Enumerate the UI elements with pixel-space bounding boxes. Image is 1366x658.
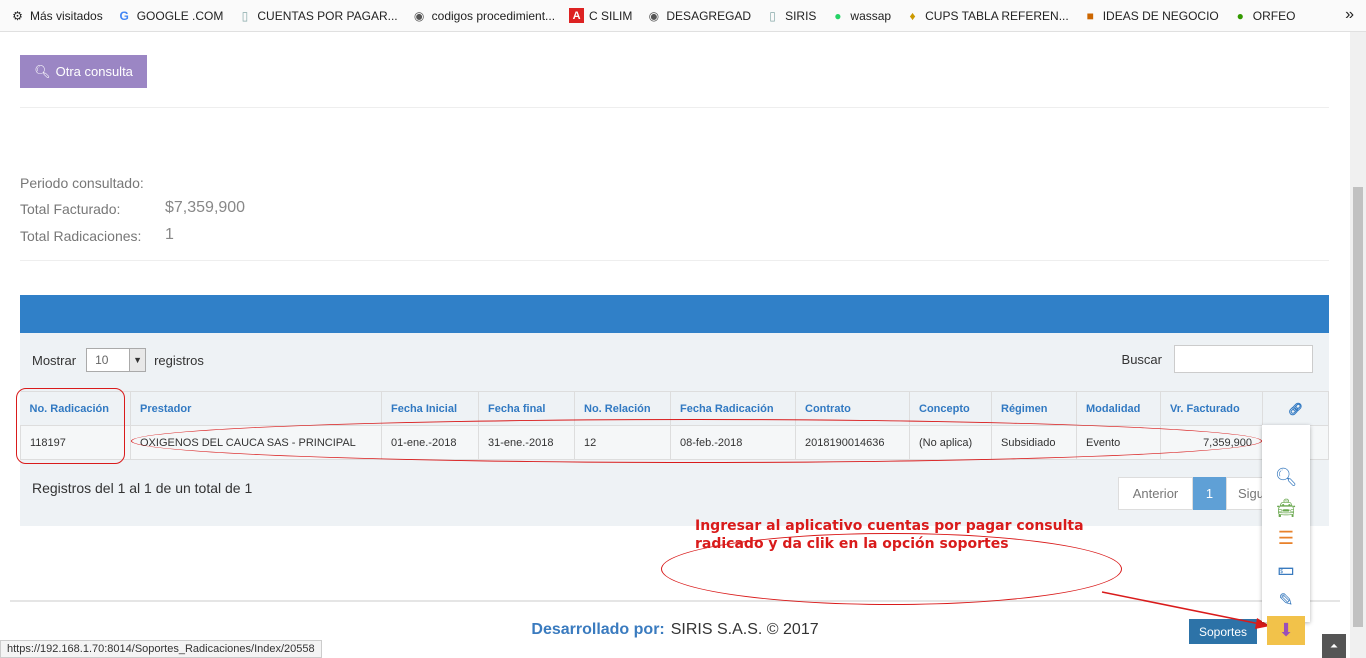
bookmark-mas-visitados[interactable]: ⚙ Más visitados	[10, 8, 103, 23]
col-no-radicacion[interactable]: No. Radicación	[20, 391, 131, 426]
col-prestador[interactable]: Prestador	[130, 391, 382, 426]
cell-regimen: Subsidiado	[991, 425, 1077, 460]
table-header-row: No. Radicación Prestador Fecha Inicial F…	[20, 391, 1329, 426]
cell-modalidad: Evento	[1076, 425, 1161, 460]
total-radicaciones-value: 1	[165, 226, 174, 243]
cell-no-relacion: 12	[574, 425, 671, 460]
divider	[20, 260, 1329, 261]
whatsapp-icon: ●	[834, 8, 842, 23]
pagination-next[interactable]: Sigu	[1226, 477, 1266, 510]
divider	[20, 107, 1329, 108]
col-modalidad[interactable]: Modalidad	[1076, 391, 1161, 426]
double-chevron-up-icon: ⏶	[1330, 640, 1338, 652]
globe-icon: ◉	[413, 8, 425, 23]
download-icon[interactable]: ⬇	[1267, 616, 1305, 645]
radicaciones-table: No. Radicación Prestador Fecha Inicial F…	[20, 391, 1329, 460]
cell-fecha-inicial: 01-ene.-2018	[381, 425, 479, 460]
page-icon: ▯	[241, 8, 249, 23]
bookmark-siris[interactable]: ▯ SIRIS	[765, 8, 816, 23]
red-a-icon: A	[569, 8, 585, 23]
cell-contrato: 2018190014636	[795, 425, 910, 460]
search-input[interactable]	[1174, 345, 1313, 373]
col-regimen[interactable]: Régimen	[991, 391, 1077, 426]
cell-fecha-final: 31-ene.-2018	[478, 425, 575, 460]
google-icon: G	[119, 8, 129, 23]
cell-concepto: (No aplica)	[909, 425, 992, 460]
bookmarks-bar: ⚙ Más visitados G GOOGLE .COM ▯ CUENTAS POR…	[0, 0, 1366, 32]
otra-consulta-button[interactable]: 🔍︎ Otra consulta	[20, 55, 147, 88]
site-icon: ●	[1236, 8, 1244, 23]
col-fecha-inicial[interactable]: Fecha Inicial	[381, 391, 479, 426]
actions-menu: 🔍︎ 🚖︎ ☰ 💵︎ ✎ ⬇	[1262, 425, 1310, 645]
link-icon: 🔗︎	[1262, 391, 1329, 426]
pagination-page-1[interactable]: 1	[1193, 477, 1226, 510]
bookmark-cups[interactable]: ♦ CUPS TABLA REFEREN...	[905, 8, 1069, 23]
records-info: Registros del 1 al 1 de un total de 1	[32, 480, 253, 496]
bookmark-orfeo[interactable]: ● ORFEO	[1233, 8, 1296, 23]
page-scrollbar[interactable]	[1350, 32, 1366, 658]
page-size-select[interactable]: 10 ▼	[86, 348, 147, 372]
annotation-arrow	[1101, 591, 1270, 629]
search-control: Buscar	[1122, 345, 1313, 373]
status-bar-url: https://192.168.1.70:8014/Soportes_Radic…	[0, 640, 322, 658]
page-icon: ▯	[769, 8, 776, 23]
table-row: 118197 OXIGENOS DEL CAUCA SAS - PRINCIPA…	[20, 425, 1329, 460]
bookmark-cuentas-por-pagar[interactable]: ▯ CUENTAS POR PAGAR...	[237, 8, 398, 23]
chevron-down-icon: ▼	[129, 349, 146, 371]
bookmark-google[interactable]: G GOOGLE .COM	[117, 8, 224, 23]
summary-radicaciones: Total Radicaciones: 1	[20, 226, 174, 244]
site-icon: ■	[1086, 8, 1094, 23]
annotation-callout-text: Ingresar al aplicativo cuentas por pagar…	[695, 518, 1084, 552]
summary-periodo: Periodo consultado:	[20, 175, 144, 191]
taxi-icon[interactable]: 🚖︎	[1262, 493, 1310, 523]
edit-icon[interactable]: ✎	[1262, 585, 1310, 615]
bookmark-codigos[interactable]: ◉ codigos procedimient...	[412, 8, 555, 23]
total-facturado-value: $7,359,900	[165, 199, 246, 216]
bookmark-c-silim[interactable]: AC SILIM	[569, 8, 632, 23]
col-vr-facturado[interactable]: Vr. Facturado	[1160, 391, 1263, 426]
col-fecha-radicacion[interactable]: Fecha Radicación	[670, 391, 796, 426]
pagination-prev[interactable]: Anterior	[1118, 477, 1193, 510]
table-panel: Mostrar 10 ▼ registros Buscar No. Radicac…	[20, 333, 1329, 526]
cell-prestador: OXIGENOS DEL CAUCA SAS - PRINCIPAL	[130, 425, 382, 460]
list-icon[interactable]: ☰	[1262, 523, 1310, 553]
globe-icon: ◉	[648, 8, 660, 23]
bookmark-ideas[interactable]: ■ IDEAS DE NEGOCIO	[1083, 8, 1219, 23]
col-fecha-final[interactable]: Fecha final	[478, 391, 575, 426]
flag-icon: ♦	[909, 8, 916, 23]
search-icon: 🔍︎	[34, 63, 51, 79]
back-to-top-button[interactable]: ⏶	[1322, 634, 1346, 658]
gear-icon: ⚙	[12, 8, 23, 23]
col-no-relacion[interactable]: No. Relación	[574, 391, 671, 426]
cell-fecha-radicacion: 08-feb.-2018	[670, 425, 796, 460]
cell-vr-facturado: 7,359,900	[1160, 425, 1263, 460]
summary-facturado: Total Facturado: $7,359,900	[20, 199, 246, 217]
zoom-in-icon[interactable]: 🔍︎	[1262, 462, 1310, 492]
pagination: Anterior 1 Sigu	[1118, 477, 1266, 510]
chevron-right-icon[interactable]: »	[1345, 6, 1354, 24]
bookmark-wassap[interactable]: ● wassap	[830, 8, 891, 23]
page-size-control: Mostrar 10 ▼ registros	[32, 348, 204, 372]
table-header-bar	[20, 295, 1329, 333]
page-content: 🔍︎ Otra consulta Periodo consultado: Tota…	[0, 32, 1350, 658]
scrollbar-thumb[interactable]	[1353, 187, 1363, 627]
bookmark-desagregad[interactable]: ◉ DESAGREGAD	[646, 8, 751, 23]
cell-no-radicacion: 118197	[20, 425, 131, 460]
col-concepto[interactable]: Concepto	[909, 391, 992, 426]
money-icon[interactable]: 💵︎	[1262, 554, 1310, 584]
col-contrato[interactable]: Contrato	[795, 391, 910, 426]
